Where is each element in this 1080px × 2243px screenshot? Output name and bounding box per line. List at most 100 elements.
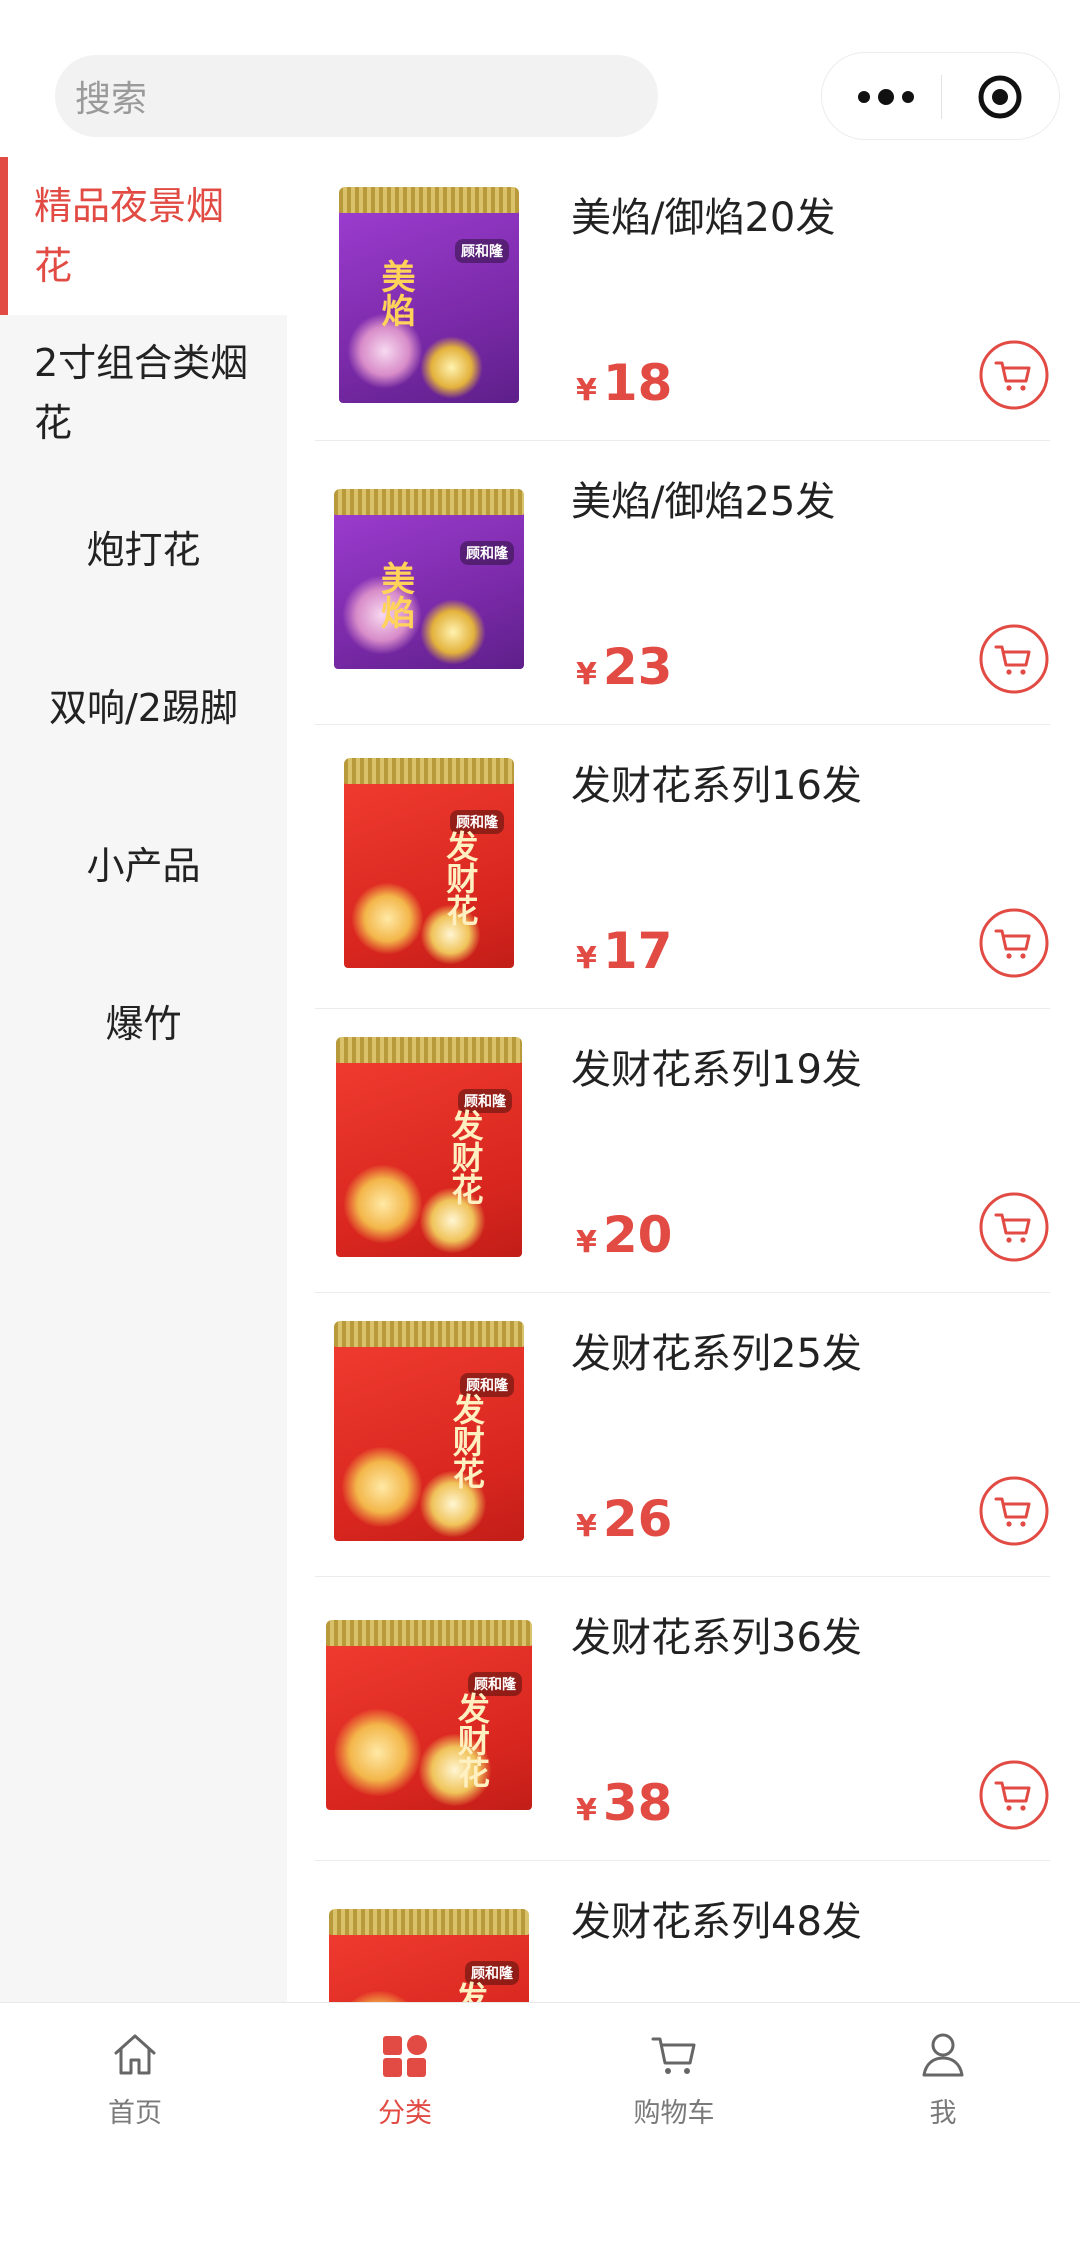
product-name[interactable]: 发财花系列16发: [571, 753, 862, 811]
box-body: 顾和隆发财花: [334, 1343, 524, 1541]
product-price: ¥18: [576, 354, 672, 412]
box-body: 顾和隆 美焰: [339, 209, 519, 403]
search-input[interactable]: 搜索: [55, 55, 658, 137]
product-item[interactable]: 顾和隆 美焰 美焰/御焰20发 ¥18: [315, 157, 1050, 441]
product-item[interactable]: 顾和隆 发财花 发财花系列16发 ¥17: [315, 725, 1050, 1009]
price-value: 38: [602, 1774, 673, 1832]
product-price: ¥23: [576, 638, 672, 696]
category-label: 炮打花: [86, 528, 201, 572]
product-price: ¥38: [576, 1774, 672, 1832]
box-title-art: 发财花: [446, 1109, 485, 1205]
currency-symbol: ¥: [576, 1793, 597, 1828]
tab-label: 分类: [378, 2098, 432, 2129]
currency-symbol: ¥: [576, 1225, 597, 1260]
product-image[interactable]: 顾和隆发财花: [315, 1317, 543, 1545]
tab-cart[interactable]: 购物车: [574, 2027, 774, 2130]
box-body: 顾和隆 美焰: [334, 511, 524, 669]
category-icon: [383, 2035, 427, 2077]
product-price: ¥26: [576, 1490, 672, 1548]
product-name[interactable]: 发财花系列36发: [571, 1605, 862, 1663]
flower-decoration: [419, 598, 486, 665]
category-label: 2寸组合类烟花: [34, 341, 249, 445]
tab-me[interactable]: 我: [843, 2027, 1043, 2130]
product-image[interactable]: 顾和隆发财花: [315, 749, 543, 977]
tab-label: 首页: [108, 2098, 162, 2129]
tab-label: 我: [929, 2098, 957, 2129]
firework-box-picture: 顾和隆发财花: [326, 1620, 532, 1810]
add-to-cart-icon[interactable]: [979, 908, 1049, 978]
category-sidebar: 精品夜景烟花 2寸组合类烟花 炮打花 双响/2踢脚 小产品 爆竹: [0, 157, 287, 2002]
category-item-1[interactable]: 2寸组合类烟花: [0, 315, 287, 471]
price-value: 23: [602, 638, 673, 696]
price-value: 17: [602, 922, 673, 980]
firework-box-picture: 顾和隆 美焰: [334, 489, 524, 669]
close-target-icon[interactable]: [977, 74, 1023, 120]
currency-symbol: ¥: [576, 373, 597, 408]
firework-box-picture: 顾和隆发财花: [334, 1321, 524, 1541]
category-label: 小产品: [86, 844, 201, 888]
tab-home[interactable]: 首页: [35, 2027, 235, 2130]
firework-box-picture: 顾和隆 美焰: [339, 187, 519, 403]
category-item-5[interactable]: 爆竹: [0, 945, 287, 1103]
more-icon[interactable]: [856, 87, 916, 107]
category-item-2[interactable]: 炮打花: [0, 471, 287, 629]
currency-symbol: ¥: [576, 657, 597, 692]
add-to-cart-icon[interactable]: [979, 1476, 1049, 1546]
firework-box-picture: 顾和隆发财花: [336, 1037, 522, 1257]
price-value: 26: [602, 1490, 673, 1548]
flower-decoration: [337, 1991, 421, 2002]
product-name[interactable]: 发财花系列19发: [571, 1037, 862, 1095]
flower-decoration: [342, 1447, 422, 1527]
user-icon: [922, 2033, 964, 2077]
tab-category[interactable]: 分类: [305, 2027, 505, 2130]
firework-box-picture: 顾和隆发财花: [344, 758, 514, 968]
box-title-art: 美焰: [374, 561, 415, 629]
product-image[interactable]: 顾和隆发财花: [315, 1033, 543, 1261]
add-to-cart-icon[interactable]: [979, 1760, 1049, 1830]
product-image[interactable]: 顾和隆发财花: [315, 1885, 543, 2002]
box-top: [336, 1037, 522, 1063]
flower-decoration: [352, 882, 424, 954]
box-body: 顾和隆发财花: [336, 1059, 522, 1257]
product-name[interactable]: 发财花系列48发: [571, 1889, 862, 1947]
add-to-cart-icon[interactable]: [979, 1192, 1049, 1262]
add-to-cart-icon[interactable]: [979, 624, 1049, 694]
category-label: 双响/2踢脚: [49, 686, 238, 730]
box-top: [329, 1909, 529, 1935]
search-placeholder: 搜索: [75, 79, 148, 120]
product-list: 顾和隆 美焰 美焰/御焰20发 ¥18 顾和隆 美焰 美焰/御焰25发 ¥23 顾和隆 发财花 发财…: [315, 157, 1050, 2002]
firework-box-picture: 顾和隆发财花: [329, 1909, 529, 2002]
product-image[interactable]: 顾和隆发财花: [315, 1601, 543, 1829]
product-name[interactable]: 美焰/御焰25发: [571, 469, 835, 527]
box-body: 顾和隆发财花: [329, 1931, 529, 2002]
product-name[interactable]: 美焰/御焰20发: [571, 185, 835, 243]
box-top: [344, 758, 514, 784]
box-title-art: 发财花: [447, 1981, 493, 2002]
category-label: 爆竹: [105, 1002, 182, 1046]
product-price: ¥20: [576, 1206, 672, 1264]
product-item[interactable]: 顾和隆发财花发财花系列48发: [315, 1861, 1050, 2002]
product-name[interactable]: 发财花系列25发: [571, 1321, 862, 1379]
flower-decoration: [334, 1709, 421, 1796]
add-to-cart-icon[interactable]: [979, 340, 1049, 410]
tab-label: 购物车: [633, 2098, 715, 2129]
category-item-3[interactable]: 双响/2踢脚: [0, 629, 287, 787]
home-icon: [114, 2034, 156, 2075]
price-value: 20: [602, 1206, 673, 1264]
box-title-art: 发财花: [447, 1393, 486, 1489]
product-item[interactable]: 顾和隆 发财花 发财花系列25发 ¥26: [315, 1293, 1050, 1577]
flower-decoration: [420, 336, 483, 399]
product-item[interactable]: 顾和隆 发财花 发财花系列19发 ¥20: [315, 1009, 1050, 1293]
product-image[interactable]: 顾和隆 美焰: [315, 465, 543, 693]
product-item[interactable]: 顾和隆 发财花 发财花系列36发 ¥38: [315, 1577, 1050, 1861]
box-body: 顾和隆发财花: [344, 780, 514, 968]
category-item-0[interactable]: 精品夜景烟花: [0, 157, 287, 315]
product-price: ¥17: [576, 922, 672, 980]
currency-symbol: ¥: [576, 1509, 597, 1544]
mini-program-capsule: [821, 52, 1060, 140]
top-bar: 搜索: [0, 0, 1080, 150]
product-item[interactable]: 顾和隆 美焰 美焰/御焰25发 ¥23: [315, 441, 1050, 725]
category-item-4[interactable]: 小产品: [0, 787, 287, 945]
product-image[interactable]: 顾和隆 美焰: [315, 181, 543, 409]
category-label: 精品夜景烟花: [34, 184, 225, 288]
